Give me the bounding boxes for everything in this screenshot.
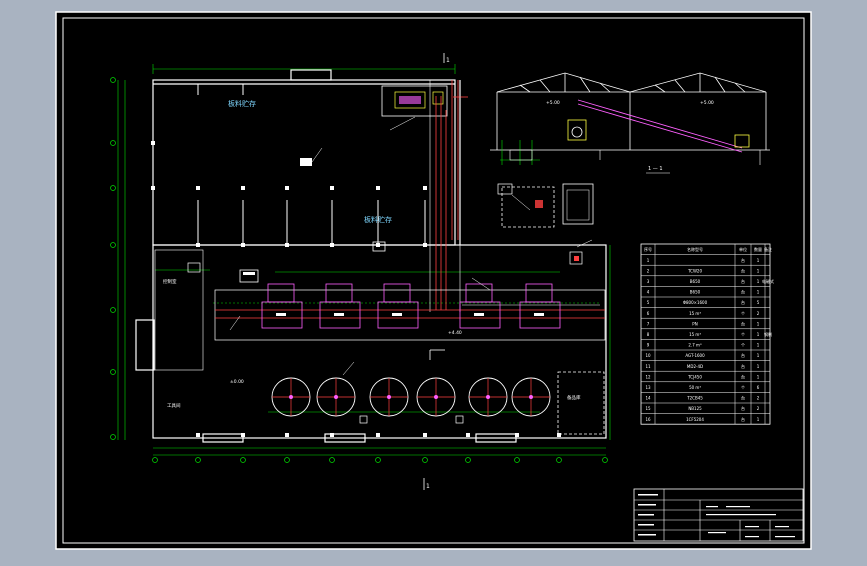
table-cell: 1 — [757, 321, 760, 326]
table-header-cell: 序号 — [644, 246, 652, 252]
table-cell: 台 — [741, 405, 745, 411]
section-mark-bottom: 1 — [426, 483, 430, 490]
table-cell: 1 — [757, 417, 760, 422]
table-cell: 1CF5204 — [686, 417, 704, 422]
table-cell: 台 — [741, 416, 745, 422]
table-cell: TCJ450 — [687, 374, 702, 379]
table-cell: 个 — [741, 311, 745, 316]
table-cell: 7 — [647, 321, 650, 326]
section-caption: 1 — 1 — [648, 166, 663, 172]
cad-sheet: 板料贮存 板料贮存 控制室 工具间 备品库 ±0.00 +4.40 1 1 +5… — [55, 11, 812, 550]
table-cell: B650 — [690, 290, 701, 295]
table-cell: 6 — [647, 311, 650, 316]
table-cell: 1 — [757, 332, 760, 337]
storage-label-top: 板料贮存 — [228, 99, 256, 108]
table-cell: 2 — [757, 396, 760, 401]
table-header-cell: 备注 — [764, 246, 772, 252]
table-cell: 个 — [741, 385, 745, 390]
table-cell: 1 — [757, 268, 760, 273]
table-cell: 9 — [647, 343, 650, 348]
table-cell: 2 — [647, 268, 650, 273]
table-cell: 1 — [647, 258, 650, 263]
table-cell: PN — [692, 321, 697, 326]
table-cell: TCW20 — [687, 268, 703, 273]
table-cell: 2.7 m³ — [688, 343, 702, 348]
table-cell: 5 — [647, 300, 650, 305]
spare-room-label: 备品库 — [567, 394, 581, 401]
table-cell: 个 — [741, 343, 745, 348]
table-cell: 8 — [647, 332, 650, 337]
table-cell: 台 — [741, 299, 745, 305]
table-cell: 1 — [757, 364, 760, 369]
table-cell: 5 — [757, 300, 760, 305]
table-cell: 台 — [741, 363, 745, 369]
tool-room-label: 工具间 — [167, 402, 181, 409]
storage-label-mid: 板料贮存 — [364, 215, 392, 224]
table-cell: 台 — [741, 395, 745, 401]
table-cell: 10 — [645, 353, 651, 358]
table-cell: 1 — [757, 258, 760, 263]
section-height-mark: +5.00 — [700, 100, 714, 106]
table-cell: 2 — [757, 311, 760, 316]
section-mark-top: 1 — [446, 57, 450, 64]
elevation-mark: ±0.00 — [230, 379, 244, 385]
table-cell: 1 — [757, 279, 760, 284]
table-cell: 钢制 — [764, 331, 772, 337]
table-cell: 13 — [645, 385, 651, 390]
table-cell: 14 — [645, 396, 651, 401]
table-cell: 台 — [741, 352, 745, 358]
table-cell: 50 m³ — [689, 385, 701, 390]
pump-box-core — [574, 256, 579, 261]
table-header-cell: 名称型号 — [687, 246, 703, 252]
table-cell: 台 — [741, 320, 745, 326]
office-label: 控制室 — [163, 278, 177, 285]
table-header-cell: 单位 — [739, 246, 747, 252]
elevation-mark-2: +4.40 — [448, 330, 462, 336]
cad-drawing: 板料贮存 板料贮存 控制室 工具间 备品库 ±0.00 +4.40 1 1 +5… — [0, 0, 867, 562]
table-cell: 15 — [645, 406, 651, 411]
table-cell: 台 — [741, 373, 745, 379]
table-cell: 15 m³ — [689, 311, 701, 316]
table-cell: 2 — [757, 406, 760, 411]
table-cell: B650 — [690, 279, 701, 284]
table-cell: 个 — [741, 332, 745, 337]
table-cell: T2CB45 — [686, 396, 703, 401]
table-cell: MD2-4D — [687, 364, 703, 369]
table-header-cell: 数量 — [754, 246, 762, 252]
table-cell: Φ800×1600 — [683, 300, 708, 305]
control-cabinet-top — [243, 272, 255, 275]
table-cell: 台 — [741, 257, 745, 263]
table-cell: 1 — [757, 290, 760, 295]
table-cell: 台 — [741, 289, 745, 295]
table-cell: 3 — [647, 279, 650, 284]
table-cell: 16 — [645, 417, 651, 422]
table-cell: AGT-1600 — [685, 353, 705, 358]
table-cell: 1 — [757, 374, 760, 379]
table-cell: 台 — [741, 267, 745, 273]
table-cell: NB125 — [688, 406, 702, 411]
section-height-mark-left: +5.00 — [546, 100, 560, 106]
table-cell: 1 — [757, 353, 760, 358]
table-cell: 11 — [645, 364, 651, 369]
table-cell: 12 — [645, 374, 651, 379]
loader-icon — [300, 158, 312, 166]
table-cell: 台 — [741, 278, 745, 284]
table-cell: 电磁式 — [762, 278, 774, 284]
table-cell: 1 — [757, 343, 760, 348]
table-cell: 6 — [757, 385, 760, 390]
table-cell: 15 m³ — [689, 332, 701, 337]
table-cell: 4 — [647, 290, 650, 295]
